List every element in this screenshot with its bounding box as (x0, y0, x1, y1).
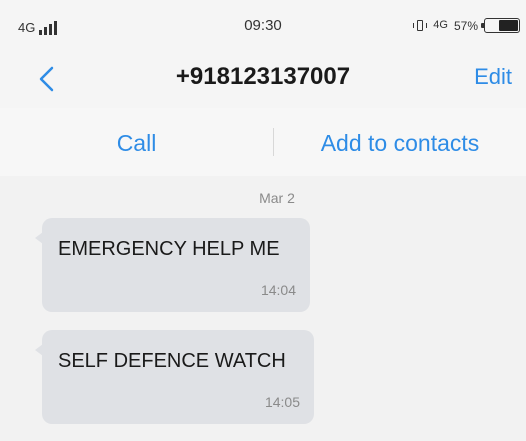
message-thread[interactable]: Mar 2 EMERGENCY HELP ME 14:04 SELF DEFEN… (0, 176, 526, 441)
message-text: SELF DEFENCE WATCH (58, 350, 286, 372)
chevron-left-icon[interactable] (36, 64, 58, 94)
message-text: EMERGENCY HELP ME (58, 238, 280, 260)
status-bar: 4G 09:30 4G 57% (0, 0, 526, 50)
vibrate-icon (413, 19, 428, 32)
message-bubble[interactable]: SELF DEFENCE WATCH 14:05 (35, 330, 314, 424)
message-timestamp: 14:05 (264, 394, 300, 410)
battery-icon (481, 18, 520, 33)
status-icons-right: 4G 57% (413, 18, 520, 33)
message-bubble[interactable]: EMERGENCY HELP ME 14:04 (35, 218, 310, 312)
date-separator: Mar 2 (259, 190, 295, 206)
battery-percent: 57% (453, 18, 478, 33)
edit-button[interactable]: Edit (474, 64, 512, 90)
conversation-header: +918123137007 Edit (0, 50, 526, 108)
add-to-contacts-button[interactable]: Add to contacts (274, 130, 526, 157)
network-4g-label: 4G (433, 19, 448, 31)
message-timestamp: 14:04 (260, 282, 296, 298)
contact-number-title: +918123137007 (175, 63, 351, 90)
call-button[interactable]: Call (0, 130, 273, 157)
contact-actions-bar: Call Add to contacts (0, 108, 526, 176)
